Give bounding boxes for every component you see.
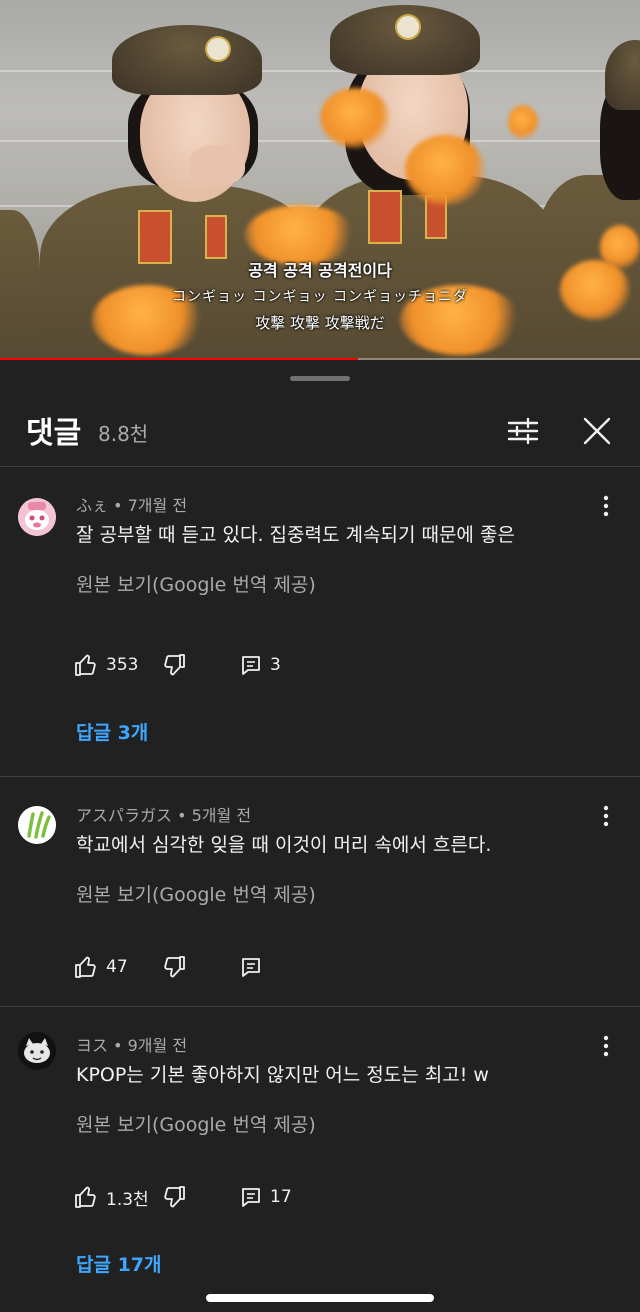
- comment-item: アスパラガス • 5개월 전 학교에서 심각한 잊을 때 이것이 머리 속에서 …: [0, 802, 640, 992]
- see-original-link[interactable]: 원본 보기(Google 번역 제공): [76, 570, 316, 597]
- reply-count: 3: [270, 655, 281, 675]
- subtitle-katakana: コンギョッ コンギョッ コンギョッチョニダ: [172, 289, 468, 305]
- close-icon[interactable]: [582, 416, 612, 446]
- comment-actions: 1.3천 17: [74, 1184, 374, 1210]
- thumbs-down-icon: [164, 654, 185, 676]
- flower: [320, 88, 390, 148]
- comment-time: 7개월 전: [127, 496, 188, 515]
- see-original-link[interactable]: 원본 보기(Google 번역 제공): [76, 1110, 316, 1137]
- thumbs-up-icon: [75, 1186, 96, 1208]
- drag-handle[interactable]: [290, 376, 350, 381]
- reply-button[interactable]: 17: [240, 1184, 292, 1210]
- like-button[interactable]: 1.3천: [74, 1184, 149, 1210]
- reply-count: 17: [270, 1187, 292, 1207]
- video-player[interactable]: 공격 공격 공격전이다 コンギョッ コンギョッ コンギョッチョニダ 攻撃 攻撃 …: [0, 0, 640, 360]
- thumbs-down-icon: [164, 956, 185, 978]
- like-button[interactable]: 47: [74, 954, 128, 980]
- more-options-icon[interactable]: [596, 804, 616, 828]
- avatar[interactable]: [18, 498, 56, 536]
- like-count: 47: [106, 957, 128, 977]
- more-options-icon[interactable]: [596, 494, 616, 518]
- comment-author[interactable]: アスパラガス: [76, 806, 172, 825]
- comment-text: 학교에서 심각한 잊을 때 이것이 머리 속에서 흐른다.: [76, 834, 492, 856]
- flower: [245, 205, 355, 265]
- dislike-button[interactable]: [162, 954, 186, 980]
- thumbs-up-icon: [75, 654, 96, 676]
- filter-sliders-icon[interactable]: [506, 416, 540, 446]
- comment-meta: ヨス • 9개월 전: [76, 1036, 188, 1055]
- subtitle-kanji: 攻撃 攻撃 攻撃戦だ: [255, 314, 385, 332]
- flower: [508, 105, 538, 140]
- reply-icon: [242, 656, 260, 675]
- thumbs-down-icon: [164, 1186, 185, 1208]
- comments-sheet: 댓글 8.8천 ふぇ • 7개월 전 잘 공부할 때 듣고 있다. 집중력도 계…: [0, 362, 640, 1312]
- comment-divider: [0, 1006, 640, 1007]
- avatar[interactable]: [18, 806, 56, 844]
- comment-text: KPOP는 기본 좋아하지 않지만 어느 정도는 최고! w: [76, 1064, 489, 1086]
- view-replies-link[interactable]: 답글 17개: [76, 1250, 162, 1277]
- view-replies-link[interactable]: 답글 3개: [76, 718, 148, 745]
- comment-meta: アスパラガス • 5개월 전: [76, 806, 252, 825]
- more-options-icon[interactable]: [596, 1034, 616, 1058]
- comment-meta: ふぇ • 7개월 전: [76, 496, 188, 515]
- avatar[interactable]: [18, 1032, 56, 1070]
- left-edge-figure: [0, 210, 40, 360]
- like-count: 1.3천: [106, 1189, 149, 1210]
- comment-actions: 47: [74, 954, 374, 980]
- home-indicator[interactable]: [206, 1294, 434, 1302]
- thumbs-up-icon: [75, 956, 96, 978]
- comment-item: ヨス • 9개월 전 KPOP는 기본 좋아하지 않지만 어느 정도는 최고! …: [0, 1032, 640, 1292]
- comment-author[interactable]: ふぇ: [76, 496, 108, 515]
- see-original-link[interactable]: 원본 보기(Google 번역 제공): [76, 880, 316, 907]
- like-count: 353: [106, 655, 139, 675]
- reply-icon: [242, 1188, 260, 1207]
- header-divider: [0, 466, 640, 467]
- dislike-button[interactable]: [162, 652, 186, 678]
- comments-header: 댓글 8.8천: [0, 402, 640, 462]
- comment-author[interactable]: ヨス: [76, 1036, 108, 1055]
- comment-time: 5개월 전: [191, 806, 252, 825]
- like-button[interactable]: 353: [74, 652, 138, 678]
- dislike-button[interactable]: [162, 1184, 186, 1210]
- comment-divider: [0, 776, 640, 777]
- reply-button[interactable]: [240, 954, 270, 980]
- comments-title: 댓글: [26, 416, 82, 451]
- comments-count: 8.8천: [98, 422, 149, 446]
- video-progress-fill: [0, 358, 359, 360]
- reply-button[interactable]: 3: [240, 652, 281, 678]
- subtitle-korean: 공격 공격 공격전이다: [248, 261, 392, 280]
- reply-icon: [242, 958, 260, 977]
- video-progress-bar[interactable]: [0, 358, 640, 360]
- comment-item: ふぇ • 7개월 전 잘 공부할 때 듣고 있다. 집중력도 계속되기 때문에 …: [0, 492, 640, 772]
- comment-text: 잘 공부할 때 듣고 있다. 집중력도 계속되기 때문에 좋은: [76, 524, 515, 546]
- comment-time: 9개월 전: [127, 1036, 188, 1055]
- comment-actions: 353 3: [74, 652, 374, 678]
- flower: [405, 135, 485, 205]
